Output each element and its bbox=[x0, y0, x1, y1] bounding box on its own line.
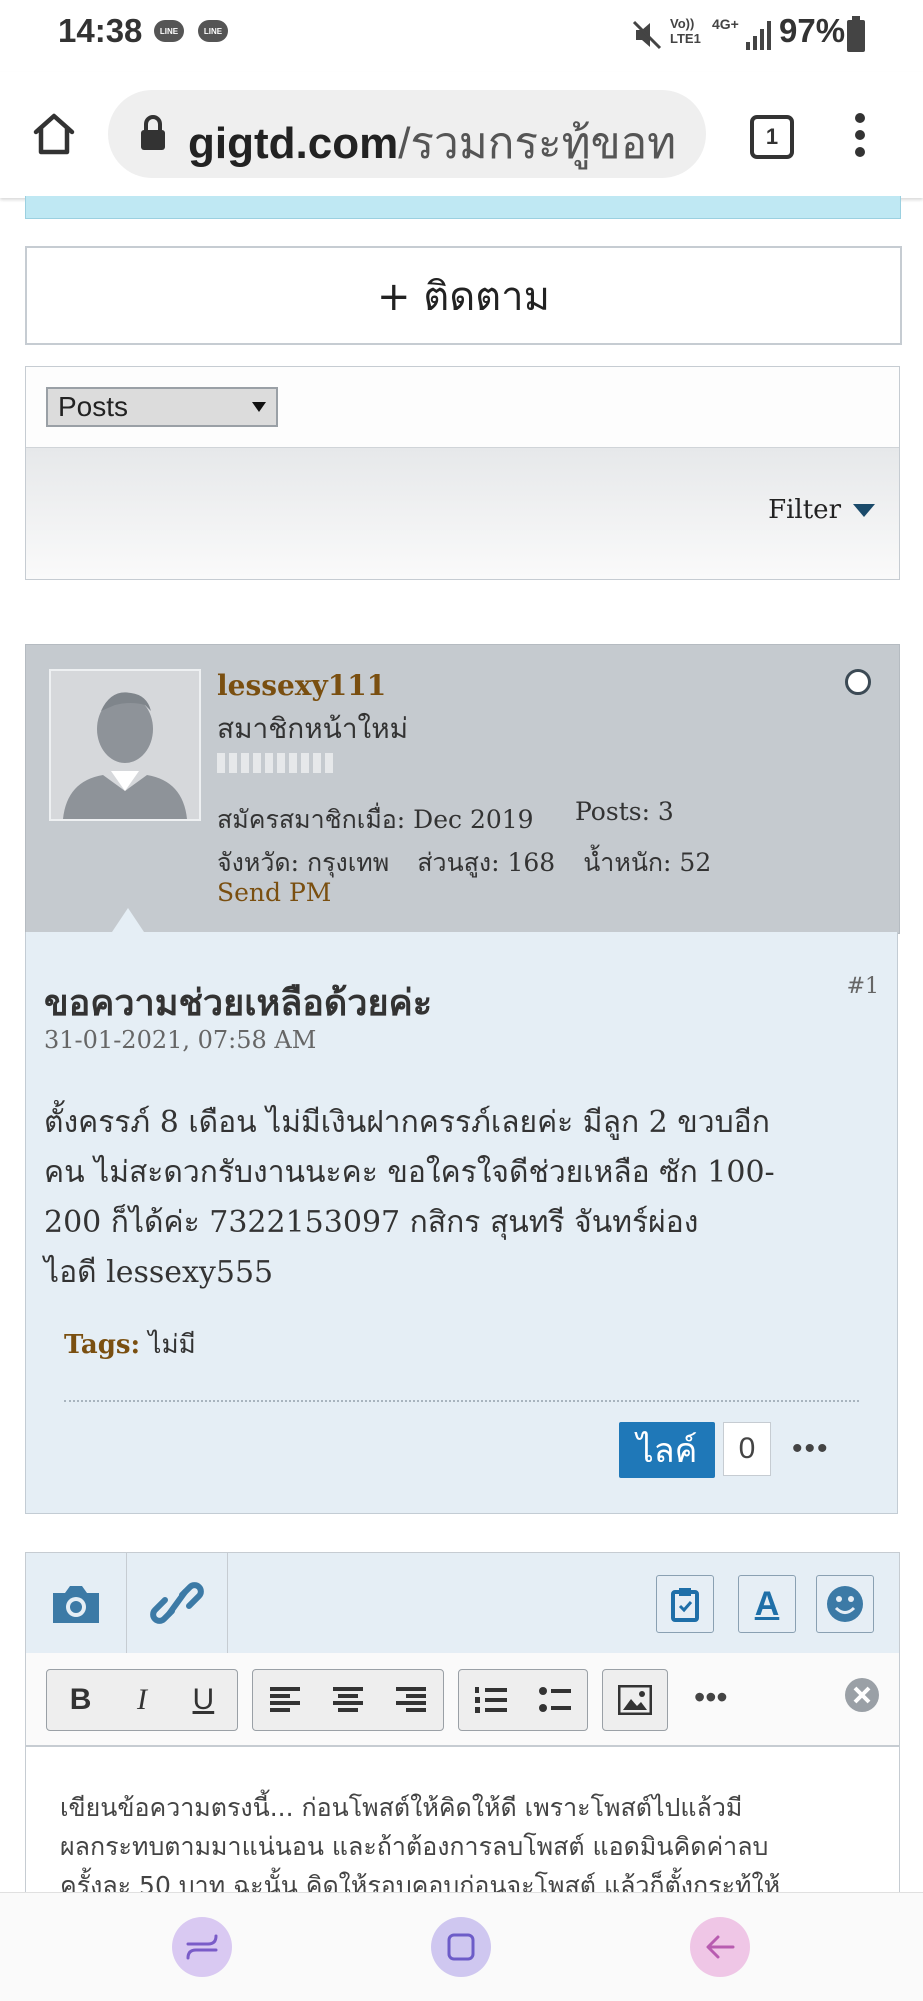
notice-banner bbox=[25, 196, 901, 219]
user-rank: สมาชิกหน้าใหม่ bbox=[217, 712, 409, 745]
default-avatar-icon bbox=[51, 671, 199, 819]
bullet-list-icon[interactable] bbox=[539, 1686, 571, 1714]
editor-attach-toolbar: A bbox=[26, 1553, 899, 1654]
mute-icon bbox=[632, 20, 662, 50]
menu-icon[interactable] bbox=[852, 112, 868, 158]
placeholder-line: ผลกระทบตามมาแน่นอน และถ้าต้องการลบโพสต์ … bbox=[60, 1832, 769, 1861]
numbered-list-icon[interactable] bbox=[475, 1686, 507, 1714]
bold-button[interactable]: B bbox=[70, 1683, 92, 1717]
post-tags: Tags: ไม่มี bbox=[64, 1324, 196, 1365]
url-text: gigtd.com/รวมกระทู้ขอท bbox=[188, 108, 676, 178]
text-color-icon: A bbox=[754, 1584, 780, 1623]
view-select[interactable]: Posts bbox=[46, 387, 278, 427]
placeholder-line: เขียนข้อความตรงนี้... ก่อนโพสต์ให้คิดให้… bbox=[60, 1793, 743, 1822]
clipboard-button[interactable] bbox=[656, 1575, 714, 1633]
line-icon: LINE bbox=[154, 20, 184, 42]
filter-button[interactable]: Filter bbox=[768, 495, 875, 525]
text-color-button[interactable]: A bbox=[738, 1575, 796, 1633]
view-select-value: Posts bbox=[58, 391, 129, 422]
volte-indicator: Vo)) LTE1 bbox=[670, 16, 701, 46]
link-icon bbox=[150, 1582, 204, 1624]
camera-button[interactable] bbox=[26, 1553, 127, 1653]
tags-value: ไม่มี bbox=[148, 1330, 196, 1360]
user-province: จังหวัด: กรุงเทพ bbox=[217, 848, 390, 877]
italic-button[interactable]: I bbox=[137, 1683, 147, 1717]
clock: 14:38 bbox=[58, 12, 143, 49]
post-body: ตั้งครรภ์ 8 เดือน ไม่มีเงินฝากครรภ์เลยค่… bbox=[44, 1098, 889, 1298]
image-group bbox=[602, 1669, 668, 1731]
join-date: สมัครสมาชิกเมื่อ: Dec 2019 bbox=[217, 805, 534, 834]
post-title: ขอความช่วยเหลือด้วยค่ะ bbox=[44, 983, 433, 1024]
user-height: ส่วนสูง: 168 bbox=[417, 848, 556, 877]
online-status-icon bbox=[845, 669, 871, 695]
recent-apps-icon bbox=[186, 1934, 218, 1960]
smiley-icon bbox=[827, 1586, 863, 1622]
emoji-button[interactable] bbox=[816, 1575, 874, 1633]
filter-label: Filter bbox=[768, 495, 841, 525]
post-body-line: ตั้งครรภ์ 8 เดือน ไม่มีเงินฝากครรภ์เลยค่… bbox=[44, 1105, 770, 1140]
address-bar[interactable]: gigtd.com/รวมกระทู้ขอท bbox=[108, 90, 706, 178]
home-icon[interactable] bbox=[30, 110, 78, 158]
post-body-line: คน ไม่สะดวกรับงานนะคะ ขอใครใจดีช่วยเหลือ… bbox=[44, 1155, 775, 1190]
image-icon[interactable] bbox=[618, 1685, 652, 1715]
status-bar: 14:38 LINE LINE Vo)) LTE1 4G+ 97% bbox=[0, 0, 923, 72]
home-nav-button[interactable] bbox=[431, 1917, 491, 1977]
list-group bbox=[458, 1669, 588, 1731]
user-info-card: lessexy111 สมาชิกหน้าใหม่ สมัครสมาชิกเมื… bbox=[25, 644, 900, 934]
user-weight: น้ำหนัก: 52 bbox=[583, 848, 712, 877]
editor-format-toolbar: B I U ••• bbox=[26, 1653, 899, 1747]
underline-button[interactable]: U bbox=[193, 1683, 215, 1717]
url-path: /รวมกระทู้ขอท bbox=[398, 119, 677, 168]
recent-apps-button[interactable] bbox=[172, 1917, 232, 1977]
clipboard-icon bbox=[671, 1588, 699, 1622]
align-left-icon[interactable] bbox=[269, 1687, 300, 1713]
tab-switcher-button[interactable]: 1 bbox=[750, 115, 794, 159]
align-right-icon[interactable] bbox=[396, 1687, 427, 1713]
alignment-group bbox=[252, 1669, 444, 1731]
lock-icon bbox=[141, 115, 165, 150]
battery-percent: 97% bbox=[779, 12, 846, 49]
follow-button[interactable]: + ติดตาม bbox=[25, 246, 902, 345]
insert-link-button[interactable] bbox=[127, 1553, 228, 1653]
post-body-line: ไอดี lessexy555 bbox=[44, 1255, 274, 1290]
post-count: Posts: 3 bbox=[575, 797, 674, 826]
battery-icon bbox=[847, 16, 865, 52]
more-tools-button[interactable]: ••• bbox=[694, 1679, 728, 1716]
dropdown-arrow-icon bbox=[252, 402, 266, 412]
post-body-line: 200 ก็ได้ค่ะ 7322153097 กสิกร สุนทรี จัน… bbox=[44, 1205, 699, 1240]
post-number-link[interactable]: #1 bbox=[847, 974, 879, 999]
reputation-bar bbox=[217, 753, 333, 773]
divider bbox=[26, 447, 899, 448]
line-icon: LINE bbox=[198, 20, 228, 42]
network-type: 4G+ bbox=[712, 16, 739, 32]
divider bbox=[64, 1400, 859, 1402]
text-style-group: B I U bbox=[46, 1669, 238, 1731]
url-domain: gigtd.com bbox=[188, 119, 399, 168]
like-count: 0 bbox=[723, 1422, 771, 1476]
filter-panel: Posts Filter bbox=[25, 366, 900, 580]
username-link[interactable]: lessexy111 bbox=[217, 669, 386, 702]
filter-arrow-icon bbox=[853, 503, 875, 517]
back-icon bbox=[706, 1935, 735, 1959]
card-pointer bbox=[112, 908, 144, 932]
post-date: 31-01-2021, 07:58 AM bbox=[44, 1026, 317, 1054]
signal-icon bbox=[746, 21, 771, 50]
system-nav-bar bbox=[0, 1892, 923, 2001]
post-card: ขอความช่วยเหลือด้วยค่ะ #1 31-01-2021, 07… bbox=[25, 932, 898, 1514]
camera-icon bbox=[53, 1586, 99, 1623]
user-details: จังหวัด: กรุงเทพ ส่วนสูง: 168 น้ำหนัก: 52 bbox=[217, 843, 711, 883]
back-nav-button[interactable] bbox=[690, 1917, 750, 1977]
post-more-button[interactable]: ••• bbox=[792, 1432, 830, 1466]
close-icon[interactable] bbox=[844, 1677, 880, 1713]
avatar[interactable] bbox=[49, 669, 201, 821]
tags-label: Tags: bbox=[64, 1330, 141, 1360]
message-textarea[interactable]: เขียนข้อความตรงนี้... ก่อนโพสต์ให้คิดให้… bbox=[60, 1788, 860, 1905]
send-pm-link[interactable]: Send PM bbox=[217, 878, 331, 907]
align-center-icon[interactable] bbox=[332, 1687, 363, 1713]
home-icon bbox=[447, 1933, 475, 1961]
like-button[interactable]: ไลค์ bbox=[619, 1422, 715, 1478]
